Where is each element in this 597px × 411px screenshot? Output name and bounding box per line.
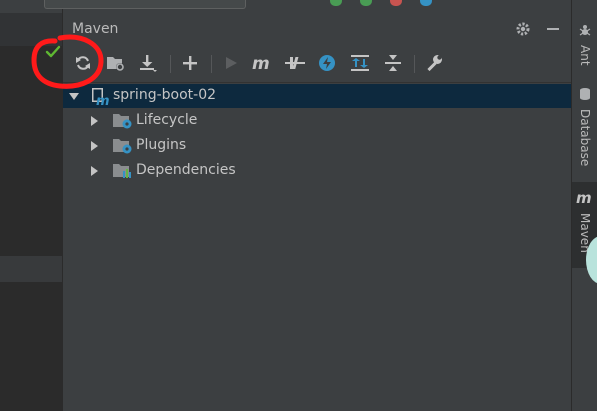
- svg-text:m: m: [96, 94, 109, 106]
- run-configuration-dropdown[interactable]: [44, 0, 246, 9]
- settings-gear-icon[interactable]: [513, 19, 533, 39]
- stop-icon[interactable]: [390, 0, 402, 6]
- hide-minus-icon[interactable]: [543, 19, 563, 39]
- svg-text:m: m: [576, 191, 592, 205]
- editor-current-line: [0, 256, 62, 282]
- toggle-skip-tests-icon[interactable]: [315, 51, 339, 75]
- editor-area: [0, 46, 62, 256]
- reload-all-maven-projects-icon[interactable]: [71, 51, 95, 75]
- database-icon: [579, 86, 591, 105]
- show-dependencies-icon[interactable]: [348, 51, 372, 75]
- tree-node-label: spring-boot-02: [113, 87, 217, 103]
- svg-text:m: m: [252, 55, 270, 71]
- tree-node-project[interactable]: m spring-boot-02: [63, 84, 571, 110]
- expand-arrow-icon[interactable]: [69, 93, 79, 100]
- editor-lower-area: [0, 282, 62, 411]
- toolbar-divider: [63, 82, 571, 83]
- plugins-folder-gear-icon: [113, 137, 133, 159]
- tab-ant[interactable]: Ant: [572, 20, 597, 72]
- build-icon[interactable]: [330, 0, 342, 6]
- maven-settings-wrench-icon[interactable]: [422, 51, 446, 75]
- run-maven-build-icon[interactable]: [219, 51, 243, 75]
- toolbar-separator: [414, 55, 415, 73]
- run-icon[interactable]: [360, 0, 372, 6]
- download-sources-icon[interactable]: [136, 51, 160, 75]
- project-structure-icon[interactable]: [420, 0, 432, 6]
- ant-icon: [578, 22, 592, 41]
- lifecycle-folder-gear-icon: [113, 112, 133, 134]
- toolbar-separator: [170, 55, 171, 73]
- maven-toolbar: m: [63, 49, 571, 79]
- expand-arrow-icon[interactable]: [91, 141, 98, 151]
- tool-window-header: Maven: [63, 13, 571, 46]
- tab-database[interactable]: Database: [572, 86, 597, 176]
- toolbar-separator: [211, 55, 212, 73]
- dependencies-folder-icon: [113, 162, 133, 184]
- tree-node-label: Dependencies: [136, 162, 236, 178]
- tree-node-dependencies[interactable]: Dependencies: [63, 159, 571, 183]
- add-maven-project-icon[interactable]: [178, 51, 202, 75]
- maven-project-icon: m: [91, 86, 110, 110]
- tree-node-plugins[interactable]: Plugins: [63, 134, 571, 158]
- tree-node-label: Plugins: [136, 137, 187, 153]
- generate-sources-icon[interactable]: [104, 51, 128, 75]
- tree-node-lifecycle[interactable]: Lifecycle: [63, 109, 571, 133]
- expand-arrow-icon[interactable]: [91, 166, 98, 176]
- top-toolbar-fragments: [330, 0, 432, 8]
- maven-icon: m: [576, 189, 594, 209]
- right-tool-stripe: Ant Database m Maven: [571, 0, 597, 411]
- execute-maven-goal-icon[interactable]: m: [251, 51, 275, 75]
- tab-ant-label: Ant: [578, 45, 592, 66]
- panel-title: Maven: [72, 21, 119, 37]
- tab-database-label: Database: [578, 109, 592, 167]
- maven-tool-window: Maven m m spring-boot-02 Lifecycle Plugi…: [63, 13, 571, 411]
- toggle-offline-mode-icon[interactable]: [283, 51, 307, 75]
- expand-arrow-icon[interactable]: [91, 116, 98, 126]
- tree-node-label: Lifecycle: [136, 112, 198, 128]
- collapse-all-icon[interactable]: [381, 51, 405, 75]
